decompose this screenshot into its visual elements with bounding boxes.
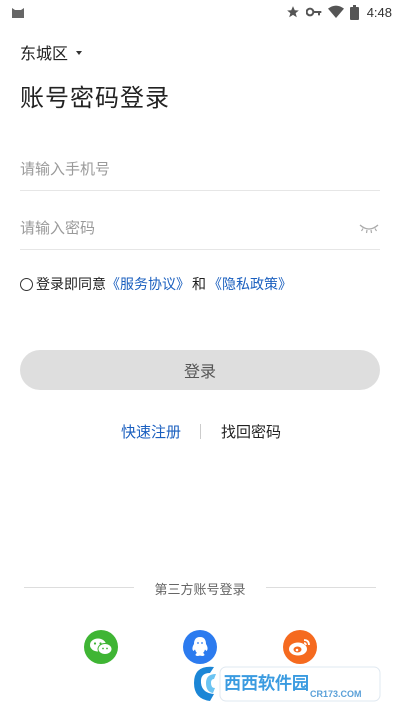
- password-field[interactable]: [20, 206, 380, 250]
- agreement-prefix: 登录即同意: [36, 277, 106, 293]
- divider-line-right: [266, 587, 376, 588]
- battery-icon: [349, 4, 359, 20]
- weibo-login-button[interactable]: [283, 630, 317, 664]
- page-title: 账号密码登录: [20, 84, 170, 112]
- agreement-radio[interactable]: [20, 277, 33, 291]
- watermark-site: CR173.COM: [310, 689, 362, 699]
- star-icon: [286, 6, 299, 18]
- status-time: 4:48: [366, 4, 392, 20]
- agreement-row: 登录即同意 《服务协议》 和 《隐私政策》: [20, 274, 292, 294]
- weibo-icon: [289, 639, 310, 656]
- password-input[interactable]: [20, 218, 320, 237]
- wechat-icon: [90, 638, 113, 655]
- qq-login-button[interactable]: [183, 630, 217, 664]
- wifi-icon: [327, 5, 344, 19]
- third-party-divider: 第三方账号登录: [24, 578, 376, 598]
- status-icons: 4:48: [286, 3, 392, 21]
- login-button[interactable]: 登录: [20, 350, 380, 390]
- links-divider: [200, 424, 201, 439]
- watermark-text: 西西软件园: [224, 673, 309, 694]
- watermark-logo: 西西软件园 CR173.COM: [194, 666, 381, 702]
- city-selector[interactable]: 东城区: [20, 40, 83, 64]
- app-notification-icon: [12, 8, 24, 18]
- quick-register-link[interactable]: 快速注册: [121, 421, 181, 442]
- phone-field[interactable]: [20, 147, 380, 191]
- wechat-login-button[interactable]: [84, 630, 118, 664]
- agreement-and: 和: [192, 277, 206, 293]
- phone-input[interactable]: [20, 159, 320, 178]
- status-bar: 4:48: [0, 0, 400, 24]
- third-party-label: 第三方账号登录: [154, 583, 246, 598]
- key-icon: [305, 7, 322, 17]
- caret-down-icon: [76, 50, 83, 55]
- privacy-policy-link[interactable]: 《隐私政策》: [208, 274, 292, 294]
- service-agreement-link[interactable]: 《服务协议》: [106, 274, 190, 294]
- find-password-link[interactable]: 找回密码: [221, 421, 281, 442]
- qq-icon: [192, 637, 208, 656]
- city-label: 东城区: [20, 44, 69, 63]
- auth-links: 快速注册 找回密码: [0, 421, 400, 443]
- eye-closed-icon[interactable]: [358, 220, 380, 236]
